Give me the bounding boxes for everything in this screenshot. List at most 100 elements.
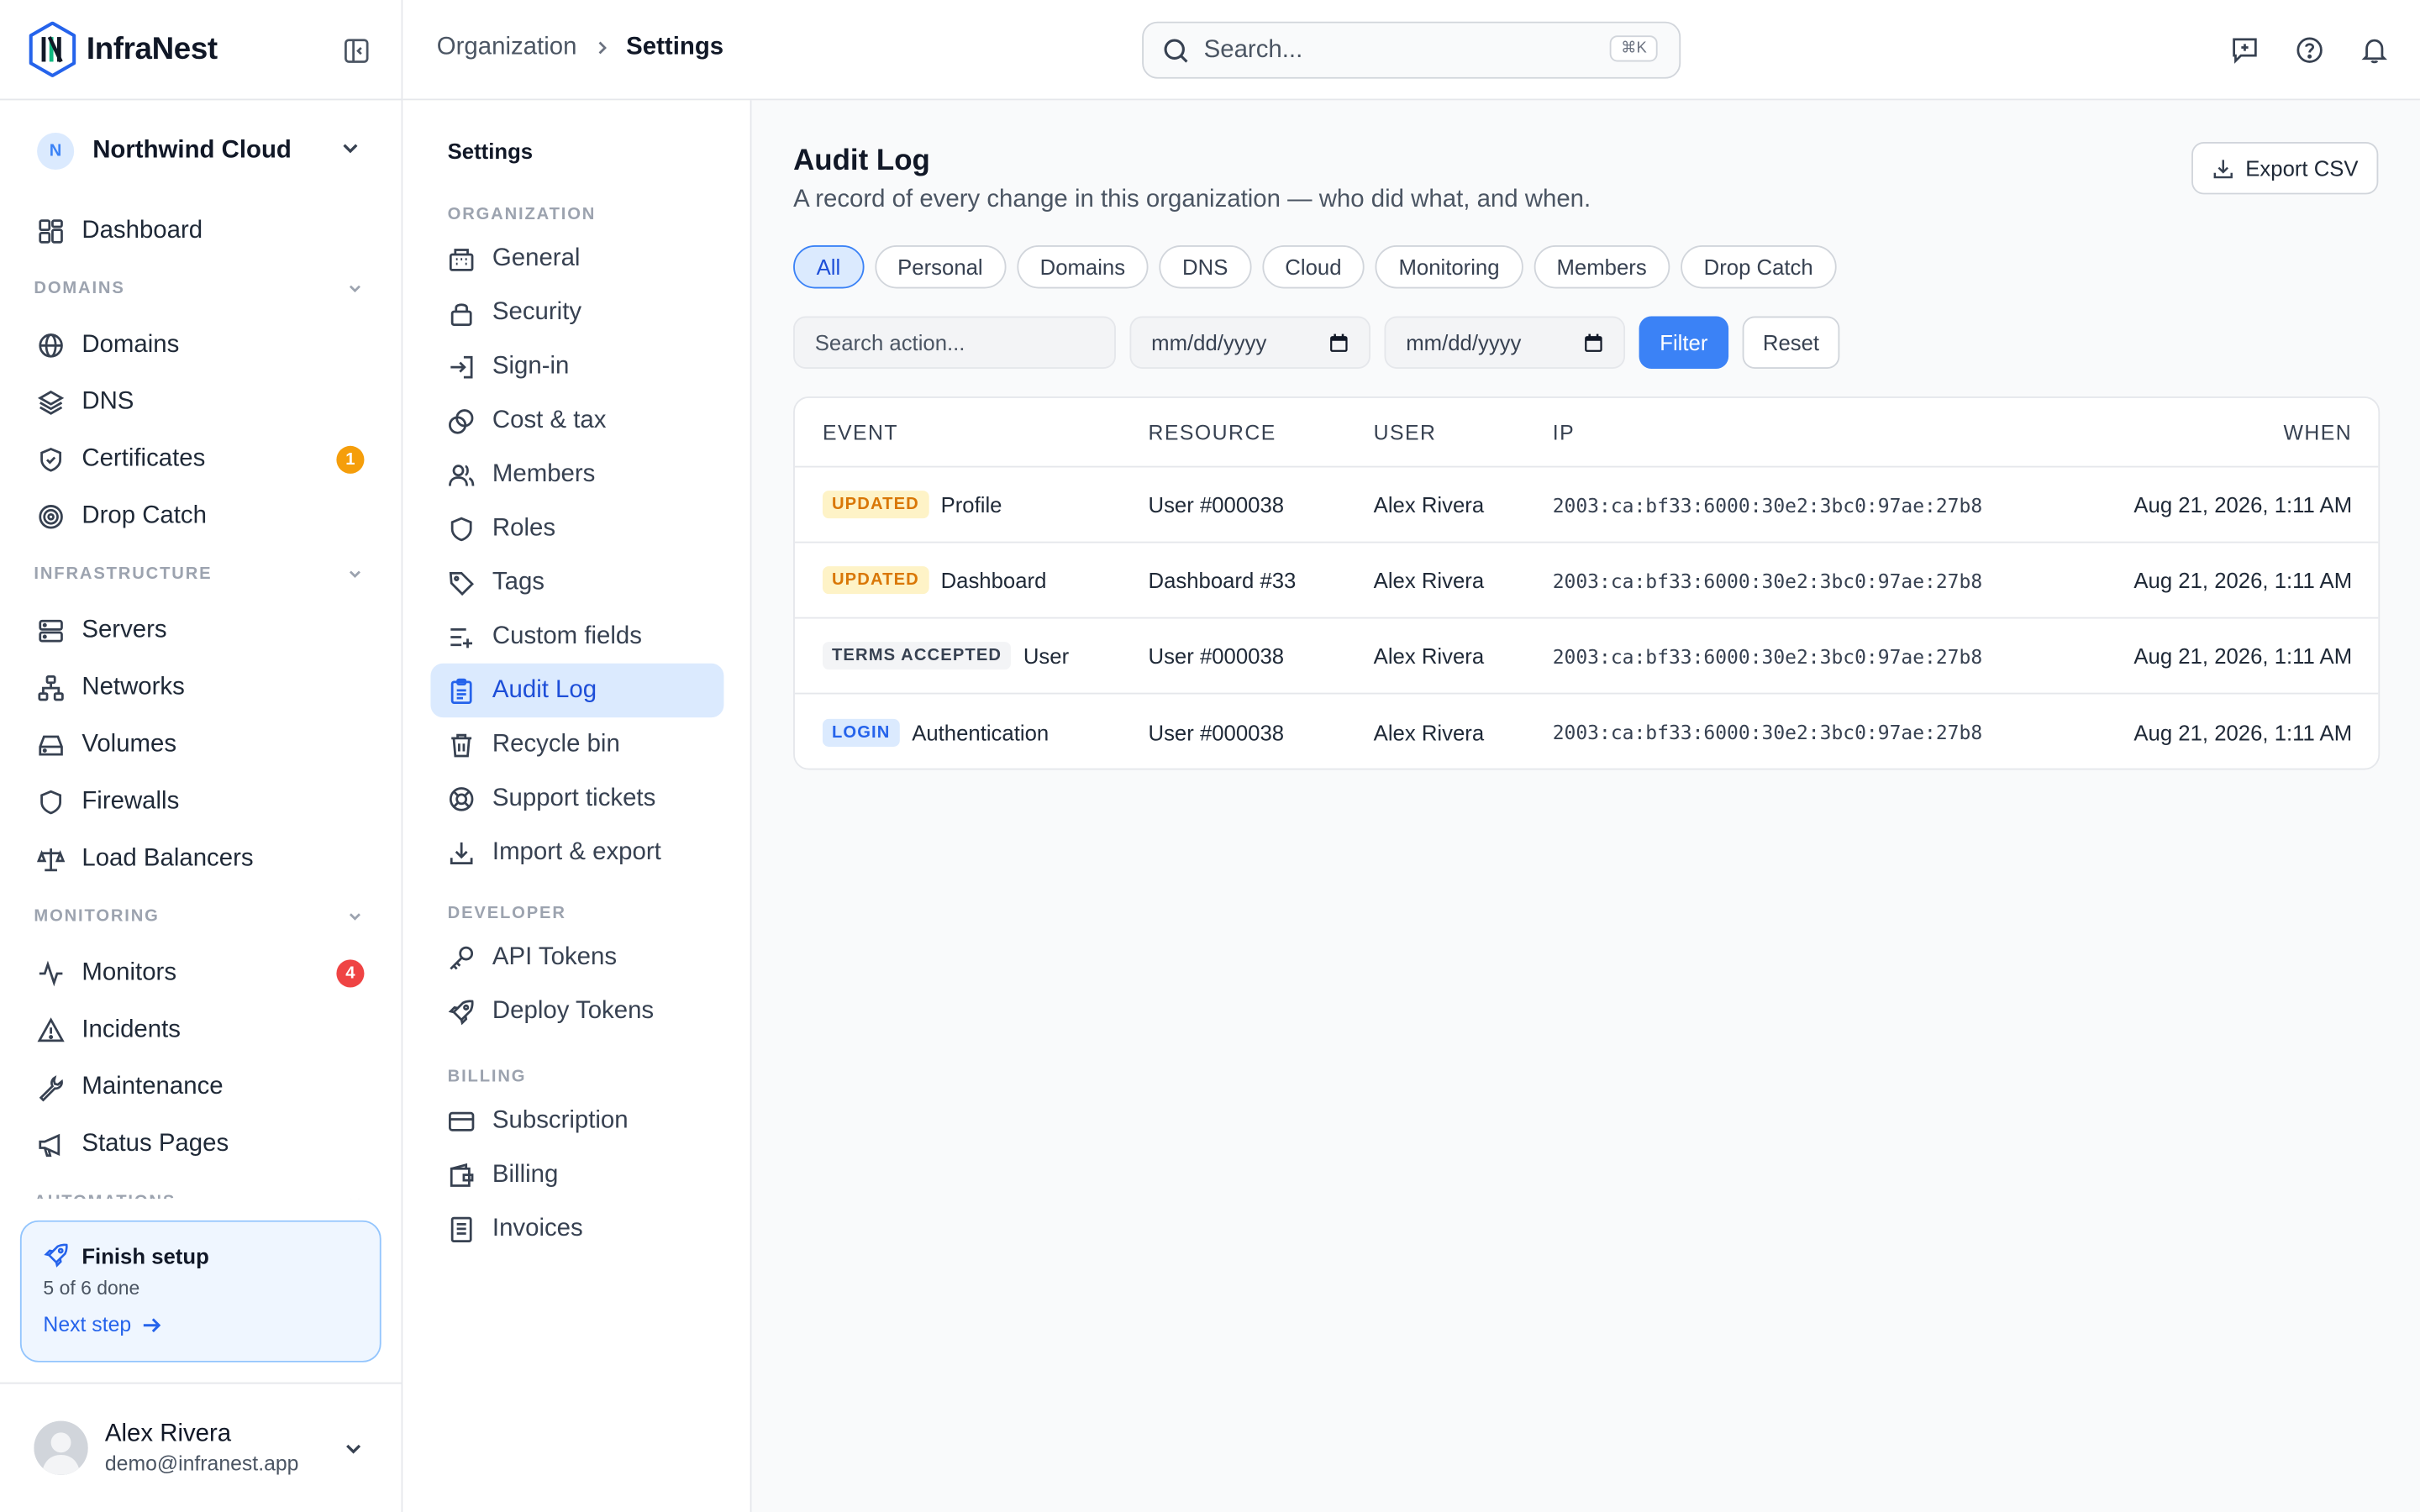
sidebar-item-label: DNS [82, 387, 134, 415]
settings-item-invoices[interactable]: Invoices [430, 1202, 723, 1256]
sidebar-item-dashboard[interactable]: Dashboard [0, 202, 402, 260]
event-type-badge: LOGIN [822, 717, 900, 747]
chip-domains[interactable]: Domains [1017, 245, 1149, 289]
avatar [34, 1420, 88, 1475]
settings-item-label: Custom fields [492, 622, 642, 649]
feedback-icon[interactable] [2230, 35, 2260, 65]
resource-cell: User #000038 [1148, 719, 1285, 745]
settings-item-support-tickets[interactable]: Support tickets [430, 771, 723, 825]
column-header-user[interactable]: USER [1374, 398, 1437, 466]
date-from-value: mm/dd/yyyy [1151, 330, 1267, 355]
settings-group-label: ORGANIZATION [447, 205, 597, 224]
settings-item-label: Security [492, 298, 582, 325]
settings-item-security[interactable]: Security [430, 286, 723, 339]
next-step-link[interactable]: Next step [43, 1313, 358, 1336]
layers-icon [37, 390, 65, 414]
sidebar-item-drop-catch[interactable]: Drop Catch [0, 487, 402, 544]
table-row[interactable]: UPDATED Dashboard Dashboard #33 Alex Riv… [794, 543, 2379, 619]
user-email: demo@infranest.app [104, 1452, 299, 1475]
sidebar-item-incidents[interactable]: Incidents [0, 1001, 402, 1058]
brand-header: InfraNest [0, 0, 402, 101]
table-row[interactable]: TERMS ACCEPTED User User #000038 Alex Ri… [794, 619, 2379, 695]
ip-cell: 2003:ca:bf33:6000:30e2:3bc0:97ae:27b8 [1552, 492, 1983, 517]
settings-item-recycle-bin[interactable]: Recycle bin [430, 717, 723, 771]
chip-cloud[interactable]: Cloud [1261, 245, 1365, 289]
table-row[interactable]: LOGIN Authentication User #000038 Alex R… [795, 695, 2378, 769]
layout-grid-icon [39, 218, 63, 243]
rocket-icon [448, 999, 474, 1025]
section-infrastructure[interactable]: INFRASTRUCTURE [0, 544, 402, 601]
settings-item-general[interactable]: General [430, 232, 723, 286]
sidebar-item-load-balancers[interactable]: Load Balancers [0, 830, 402, 887]
section-label: DOMAINS [34, 278, 125, 297]
reset-button[interactable]: Reset [1742, 316, 1840, 369]
date-to-value: mm/dd/yyyy [1406, 330, 1522, 355]
filter-button[interactable]: Filter [1639, 316, 1729, 369]
sidebar-item-firewalls[interactable]: Firewalls [0, 773, 402, 830]
column-header-when[interactable]: WHEN [2283, 398, 2352, 466]
settings-item-label: Invoices [492, 1215, 583, 1242]
sidebar-item-networks[interactable]: Networks [0, 659, 402, 716]
sidebar-item-certificates[interactable]: Certificates 1 [0, 430, 402, 487]
bell-icon[interactable] [2360, 35, 2389, 65]
credit-card-icon [449, 1110, 475, 1131]
finish-setup-card: Finish setup 5 of 6 done Next step [19, 1220, 381, 1362]
sidebar-item-status-pages[interactable]: Status Pages [0, 1116, 402, 1173]
settings-item-label: Sign-in [492, 352, 570, 379]
sidebar-item-monitors[interactable]: Monitors 4 [0, 944, 402, 1001]
user-cell: Alex Rivera [1373, 567, 1485, 593]
column-header-event[interactable]: EVENT [823, 398, 898, 466]
collapse-sidebar-icon[interactable] [343, 37, 371, 65]
settings-item-api-tokens[interactable]: API Tokens [430, 931, 723, 984]
rocket-icon [44, 1243, 68, 1268]
action-search-input[interactable] [793, 316, 1116, 369]
settings-item-members[interactable]: Members [430, 448, 723, 501]
wrench-icon [39, 1074, 63, 1101]
users-icon [449, 464, 475, 486]
setup-title-text: Finish setup [82, 1242, 209, 1268]
sidebar-item-maintenance[interactable]: Maintenance [0, 1058, 402, 1116]
date-from-field[interactable]: mm/dd/yyyy [1129, 316, 1370, 369]
settings-item-roles[interactable]: Roles [430, 501, 723, 555]
chip-drop-catch[interactable]: Drop Catch [1681, 245, 1837, 289]
export-csv-button[interactable]: Export CSV [2191, 141, 2379, 195]
sidebar-item-dns[interactable]: DNS [0, 373, 402, 430]
breadcrumb-organization[interactable]: Organization [437, 34, 577, 61]
settings-item-custom-fields[interactable]: Custom fields [430, 609, 723, 663]
sidebar-item-servers[interactable]: Servers [0, 601, 402, 659]
section-automations[interactable]: AUTOMATIONS [0, 1173, 402, 1200]
sidebar-item-label: Networks [82, 673, 185, 700]
settings-group-developer: DEVELOPER API Tokens Deploy Tokens [430, 896, 723, 1038]
date-to-field[interactable]: mm/dd/yyyy [1384, 316, 1626, 369]
settings-item-label: Support tickets [492, 784, 656, 811]
chip-personal[interactable]: Personal [874, 245, 1007, 289]
settings-item-sign-in[interactable]: Sign-in [430, 339, 723, 393]
settings-item-tags[interactable]: Tags [430, 555, 723, 609]
settings-item-subscription[interactable]: Subscription [430, 1094, 723, 1147]
global-search[interactable]: ⌘K [1142, 21, 1681, 79]
section-monitoring[interactable]: MONITORING [0, 887, 402, 944]
chip-monitoring[interactable]: Monitoring [1375, 245, 1523, 289]
org-switcher[interactable]: N Northwind Cloud [0, 100, 402, 202]
page-subtitle: A record of every change in this organiz… [793, 186, 1591, 213]
search-input[interactable] [1203, 36, 1590, 65]
settings-item-billing[interactable]: Billing [430, 1148, 723, 1202]
sidebar-item-volumes[interactable]: Volumes [0, 716, 402, 773]
chip-members[interactable]: Members [1533, 245, 1670, 289]
sidebar-item-domains[interactable]: Domains [0, 317, 402, 374]
when-cell: Aug 21, 2026, 1:11 AM [2133, 491, 2353, 517]
column-header-resource[interactable]: RESOURCE [1149, 398, 1276, 466]
settings-item-cost-tax[interactable]: Cost & tax [430, 393, 723, 447]
settings-item-deploy-tokens[interactable]: Deploy Tokens [430, 984, 723, 1038]
server-icon [39, 618, 63, 642]
help-icon[interactable] [2295, 35, 2324, 65]
table-row[interactable]: UPDATED Profile User #000038 Alex Rivera… [794, 468, 2379, 543]
chip-all[interactable]: All [793, 245, 864, 289]
settings-item-import-export[interactable]: Import & export [430, 826, 723, 879]
user-menu[interactable]: Alex Rivera demo@infranest.app [0, 1382, 402, 1512]
section-domains[interactable]: DOMAINS [0, 260, 402, 317]
settings-item-audit-log[interactable]: Audit Log [430, 663, 724, 718]
alert-triangle-icon [37, 1016, 65, 1042]
column-header-ip[interactable]: IP [1553, 398, 1575, 466]
chip-dns[interactable]: DNS [1159, 245, 1251, 289]
